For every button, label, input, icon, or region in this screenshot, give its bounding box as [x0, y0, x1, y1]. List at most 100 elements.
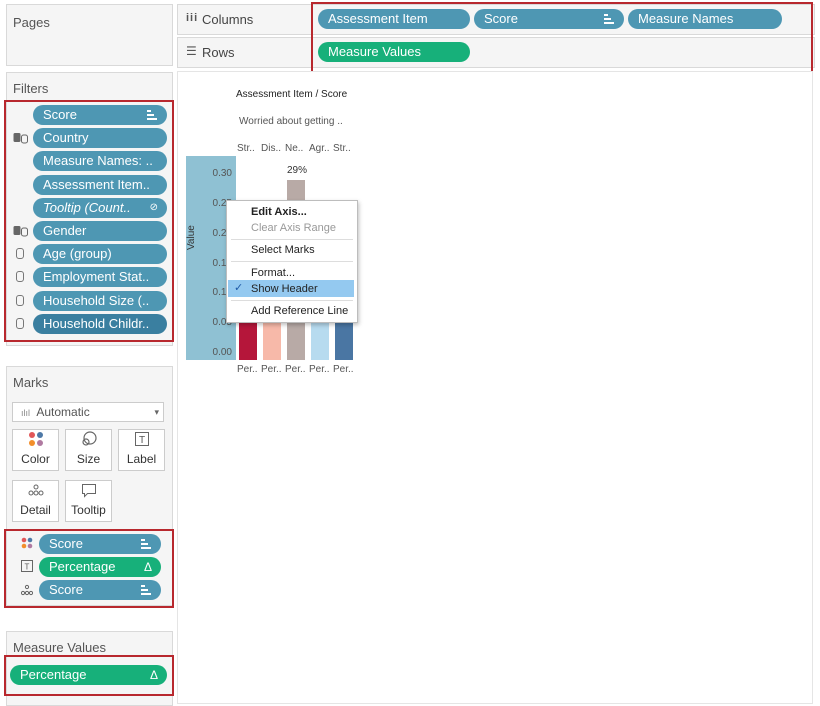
filter-pill-label: Household Childr..: [43, 315, 150, 331]
measure-name-label: Per..: [261, 364, 282, 375]
svg-text:T: T: [138, 435, 144, 446]
filter-pill[interactable]: Gender: [33, 221, 167, 241]
measure-values-title: Measure Values: [13, 640, 106, 655]
size-card-label: Size: [76, 452, 101, 466]
filter-pill[interactable]: Household Childr..: [33, 313, 167, 334]
columns-label: Columns: [202, 12, 254, 27]
marks-color-pill-label: Score: [49, 536, 83, 551]
y-tick-label: 0.00: [212, 347, 232, 358]
size-icon: [66, 430, 111, 452]
menu-separator: [231, 239, 353, 240]
filter-pill[interactable]: Tooltip (Count.. ⊘: [33, 197, 167, 218]
marks-label-pill[interactable]: Percentage Δ: [39, 557, 161, 577]
columns-pill-measure-names[interactable]: Measure Names: [628, 9, 782, 29]
color-icon: [13, 430, 58, 452]
filter-pill[interactable]: Assessment Item..: [33, 174, 167, 195]
measure-name-label: Per..: [333, 364, 354, 375]
pages-title: Pages: [13, 15, 50, 30]
measure-name-label: Per..: [309, 364, 330, 375]
size-card[interactable]: Size: [65, 429, 112, 471]
columns-pill-assessment-item[interactable]: Assessment Item: [318, 9, 470, 29]
label-card-label: Label: [126, 452, 157, 466]
tooltip-card[interactable]: Tooltip: [65, 480, 112, 522]
color-card-label: Color: [21, 452, 50, 466]
columns-icon: iii: [186, 12, 199, 24]
filter-pill-label: Gender: [43, 223, 87, 238]
menu-item-clear-axis-range[interactable]: Clear Axis Range: [251, 220, 336, 236]
link-icon: ⊘: [149, 201, 158, 213]
sort-icon: [141, 585, 151, 595]
detail-card-label: Detail: [20, 503, 51, 517]
column-header: Ne..: [285, 143, 304, 154]
filter-pill[interactable]: Employment Stat..: [33, 267, 167, 288]
axis-context-menu: Edit Axis... Clear Axis Range Select Mar…: [226, 200, 358, 323]
measure-values-pill-label: Percentage: [20, 667, 87, 682]
measure-values-percentage-pill[interactable]: Percentage Δ: [10, 665, 167, 685]
filter-pill-label: Age (group): [43, 246, 112, 262]
rows-icon: ☰: [186, 44, 197, 58]
marks-detail-pill-label: Score: [49, 582, 83, 597]
label-card[interactable]: T Label: [118, 429, 165, 471]
bar-2[interactable]: [263, 316, 281, 360]
rows-label: Rows: [202, 45, 235, 60]
database-icon: [16, 271, 24, 285]
rows-pill-measure-values[interactable]: Measure Values: [318, 42, 470, 62]
filter-pill[interactable]: Measure Names: ..: [33, 151, 167, 172]
menu-item-format[interactable]: Format...: [251, 265, 295, 281]
chevron-down-icon: ▾: [154, 407, 159, 417]
bar-chart-icon: ılıl: [21, 408, 30, 418]
column-header: Agr..: [309, 143, 330, 154]
svg-text:T: T: [25, 563, 30, 572]
y-axis-title: Value: [186, 225, 197, 250]
bar-1[interactable]: [239, 316, 257, 360]
bar-5[interactable]: [335, 316, 353, 360]
detail-card[interactable]: Detail: [12, 480, 59, 522]
column-header: Dis..: [261, 143, 281, 154]
menu-item-show-header[interactable]: Show Header: [251, 281, 318, 297]
data-label: 29%: [287, 165, 308, 176]
column-header-title: Assessment Item / Score: [236, 89, 348, 100]
filter-pill-label: Country: [43, 130, 89, 146]
mark-type-value: Automatic: [36, 405, 90, 419]
marks-color-pill[interactable]: Score: [39, 534, 161, 554]
filter-pill-label: Measure Names: ..: [43, 153, 153, 169]
filter-pill-label: Household Size (..: [43, 292, 150, 308]
detail-icon: [13, 481, 58, 503]
sort-icon: [141, 539, 151, 549]
menu-item-add-reference-line[interactable]: Add Reference Line: [251, 303, 348, 319]
label-icon: T: [119, 430, 164, 452]
filter-pill-label: Assessment Item..: [43, 176, 150, 192]
database-mixed-icon: [13, 225, 29, 240]
database-icon: [16, 294, 24, 309]
delta-icon: Δ: [149, 668, 158, 682]
sort-icon: [147, 110, 157, 120]
filter-pill[interactable]: Age (group): [33, 244, 167, 265]
column-subheader: Worried about getting ..: [239, 116, 343, 127]
database-mixed-icon: [13, 132, 29, 147]
filter-pill[interactable]: Country: [33, 128, 167, 149]
tooltip-icon: [66, 481, 111, 503]
bar-4[interactable]: [311, 316, 329, 360]
label-icon: T: [21, 560, 33, 575]
delta-icon: Δ: [143, 560, 152, 574]
view-canvas: [177, 71, 813, 704]
filter-pill[interactable]: Score: [33, 105, 167, 125]
tooltip-card-label: Tooltip: [71, 503, 106, 517]
column-header: Str..: [333, 143, 351, 154]
marks-detail-pill[interactable]: Score: [39, 580, 161, 600]
mark-type-select[interactable]: ılıl Automatic ▾: [12, 402, 164, 422]
columns-pill-score[interactable]: Score: [474, 9, 624, 29]
pill-label: Measure Values: [328, 44, 421, 59]
filter-pill-label: Tooltip (Count..: [43, 199, 131, 215]
measure-name-label: Per..: [237, 364, 258, 375]
filter-pill-label: Employment Stat..: [43, 269, 150, 285]
database-icon: [16, 248, 24, 262]
filter-pill[interactable]: Household Size (..: [33, 290, 167, 311]
filters-title: Filters: [13, 81, 49, 96]
menu-separator: [231, 261, 353, 262]
menu-item-edit-axis[interactable]: Edit Axis...: [251, 204, 307, 220]
color-card[interactable]: Color: [12, 429, 59, 471]
pages-panel: Pages: [6, 4, 173, 66]
menu-item-select-marks[interactable]: Select Marks: [251, 242, 315, 258]
menu-separator: [231, 300, 353, 301]
